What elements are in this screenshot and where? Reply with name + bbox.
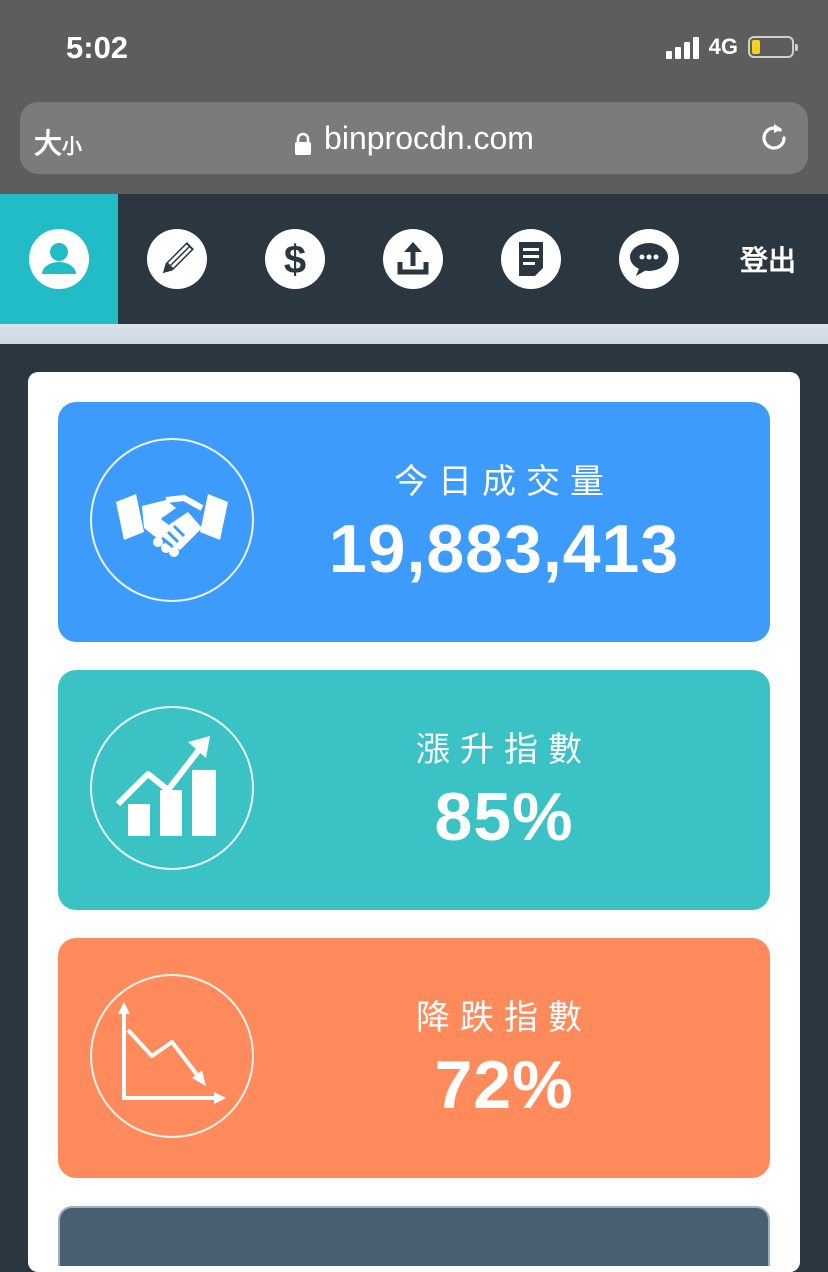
nav-item-edit[interactable]	[118, 194, 236, 324]
stat-value: 72%	[434, 1047, 574, 1123]
pencil-icon	[147, 229, 207, 289]
stat-card-rise: 漲升指數 85%	[58, 670, 770, 910]
logout-button[interactable]: 登出	[708, 194, 828, 324]
stat-icon-ring	[90, 438, 254, 602]
nav-item-deposit[interactable]: $	[236, 194, 354, 324]
chart-down-icon	[118, 1002, 226, 1104]
stat-card-fall: 降跌指數 72%	[58, 938, 770, 1178]
nav-item-messages[interactable]	[590, 194, 708, 324]
handshake-icon	[116, 494, 228, 557]
stat-icon-ring	[90, 974, 254, 1138]
stat-value: 85%	[434, 779, 574, 855]
url-display[interactable]: binprocdn.com	[20, 120, 808, 157]
browser-chrome: 大小 binprocdn.com	[0, 96, 828, 194]
network-type: 4G	[708, 34, 738, 59]
stat-icon-ring	[90, 706, 254, 870]
stat-label: 今日成交量	[394, 463, 614, 501]
battery-fill	[752, 40, 760, 54]
stat-value: 19,883,413	[328, 511, 680, 587]
stat-card-volume: 今日成交量 19,883,413	[58, 402, 770, 642]
reload-icon[interactable]	[756, 120, 792, 156]
nav-item-profile[interactable]	[0, 194, 118, 324]
nav-item-records[interactable]	[472, 194, 590, 324]
chart-up-icon	[115, 736, 216, 836]
status-bar: 5:02 4G	[0, 0, 828, 96]
stat-label: 降跌指數	[416, 999, 592, 1037]
url-domain: binprocdn.com	[324, 120, 534, 156]
document-icon	[501, 229, 561, 289]
address-bar[interactable]: 大小 binprocdn.com	[20, 102, 808, 174]
nav-item-withdraw[interactable]	[354, 194, 472, 324]
chat-icon	[619, 229, 679, 289]
lock-icon	[294, 127, 312, 155]
upload-icon	[383, 229, 443, 289]
top-navbar: $ 登出	[0, 194, 828, 324]
user-icon	[29, 229, 89, 289]
dollar-icon: $	[265, 229, 325, 289]
stat-card-partial	[58, 1206, 770, 1266]
signal-icon	[665, 35, 699, 59]
stat-label: 漲升指數	[416, 731, 592, 769]
svg-text:$: $	[284, 238, 306, 282]
battery-icon	[748, 36, 798, 58]
status-indicators: 4G	[665, 34, 798, 60]
background-strip	[0, 324, 828, 344]
status-time: 5:02	[66, 30, 129, 65]
